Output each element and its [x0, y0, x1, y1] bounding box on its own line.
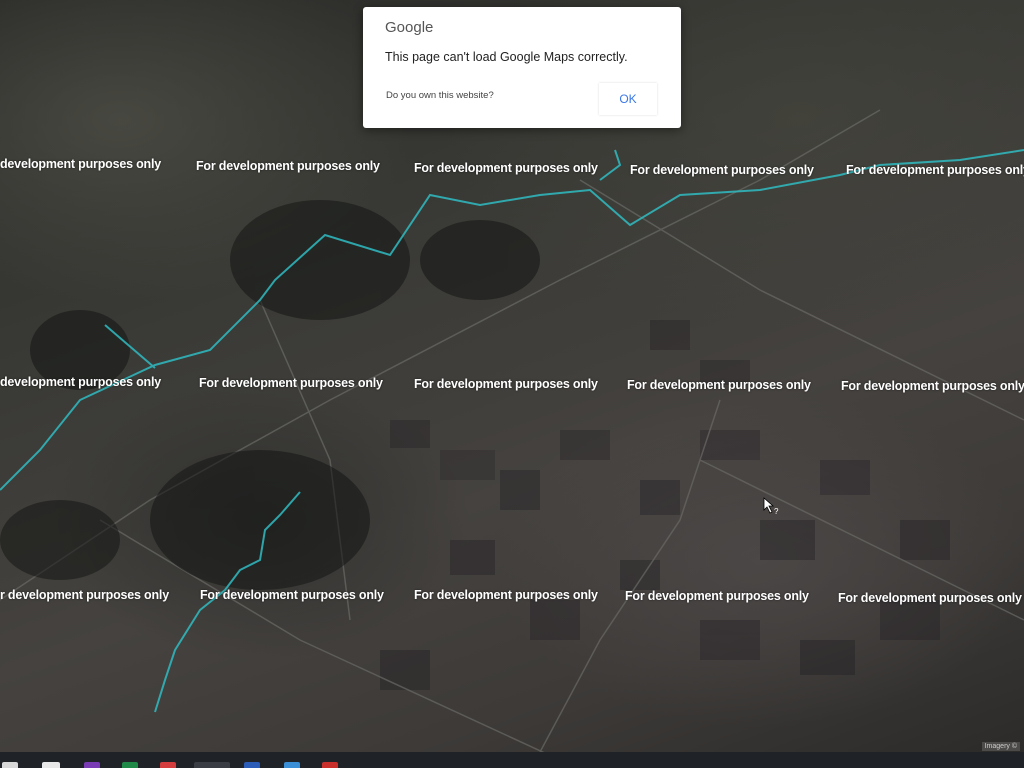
excel-icon[interactable] — [122, 762, 138, 768]
error-message: This page can't load Google Maps correct… — [385, 50, 628, 64]
dev-watermark: For development purposes only — [414, 588, 598, 602]
google-logo: Google — [385, 19, 434, 36]
dev-watermark: development purposes only — [0, 157, 162, 171]
taskbar — [0, 752, 1024, 768]
ok-button[interactable]: OK — [599, 83, 657, 115]
chrome-icon[interactable] — [194, 762, 230, 768]
help-cursor-icon: ? — [763, 497, 779, 516]
dev-watermark: r development purposes only — [0, 588, 169, 602]
dev-watermark: For development purposes only — [200, 588, 384, 602]
own-website-question: Do you own this website? — [386, 90, 494, 101]
store-icon[interactable] — [2, 762, 18, 768]
dev-watermark: For development purposes only — [196, 159, 380, 173]
dev-watermark: For development purposes only — [199, 376, 383, 390]
onenote-icon[interactable] — [84, 762, 100, 768]
dev-watermark: For development purposes only — [846, 163, 1024, 177]
dev-watermark: For development purposes only — [838, 591, 1022, 605]
settlements — [0, 200, 540, 590]
word-icon[interactable] — [244, 762, 260, 768]
dev-watermark: For development purposes only — [627, 378, 811, 392]
maps-error-dialog: Google This page can't load Google Maps … — [363, 7, 681, 128]
dev-watermark: For development purposes only — [841, 379, 1024, 393]
home-icon[interactable] — [42, 762, 60, 768]
dev-watermark: For development purposes only — [414, 377, 598, 391]
dev-watermark: For development purposes only — [625, 589, 809, 603]
imagery-attribution: Imagery © — [981, 742, 1020, 751]
dev-watermark: For development purposes only — [630, 163, 814, 177]
screen: development purposes only For developmen… — [0, 0, 1024, 768]
dev-watermark: development purposes only — [0, 375, 162, 389]
svg-text:?: ? — [774, 507, 779, 516]
dev-watermark: For development purposes only — [414, 161, 598, 175]
app-icon[interactable] — [160, 762, 176, 768]
roads — [0, 109, 1024, 752]
globe-icon[interactable] — [284, 762, 300, 768]
pdf-icon[interactable] — [322, 762, 338, 768]
field-parcels — [380, 320, 950, 690]
